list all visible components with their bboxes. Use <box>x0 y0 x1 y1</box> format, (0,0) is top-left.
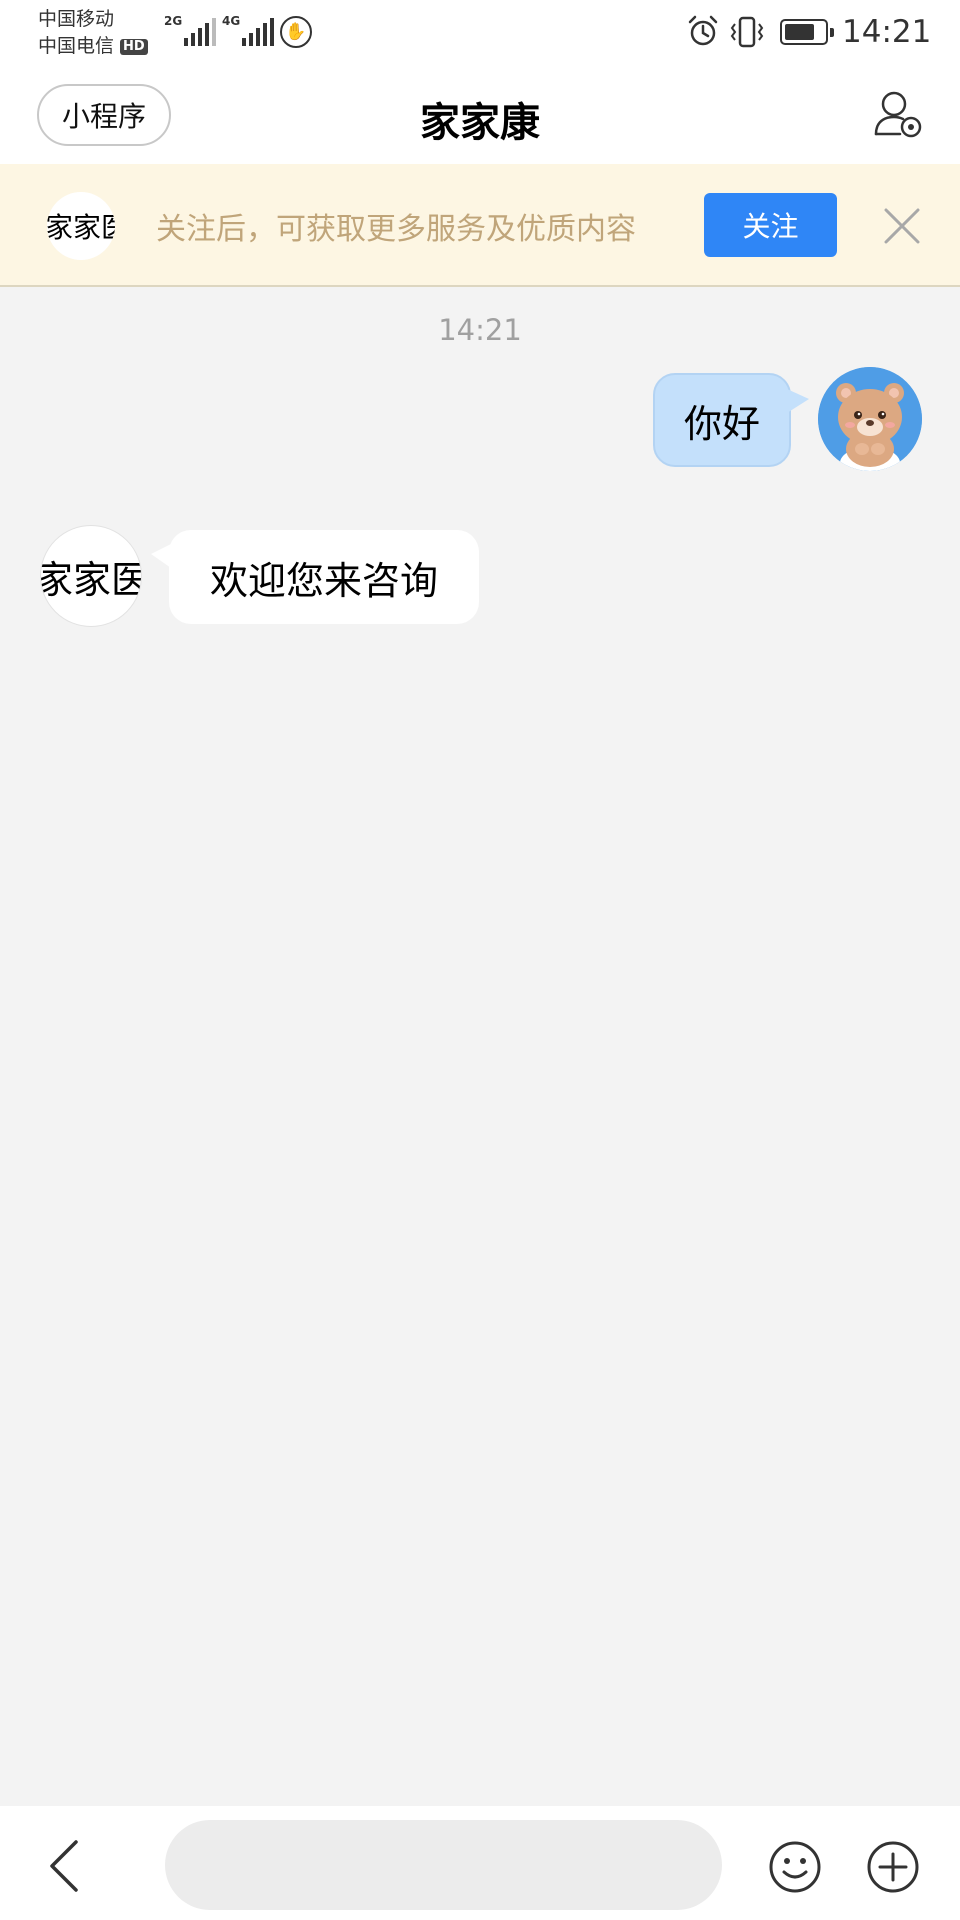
emoji-icon[interactable] <box>768 1840 822 1894</box>
bot-avatar[interactable]: 家家医 <box>40 525 142 627</box>
bear-avatar-image <box>818 367 922 471</box>
signal-bars-b <box>242 18 275 46</box>
carrier-1: 中国移动 <box>38 6 148 33</box>
back-arrow-icon[interactable] <box>40 1838 90 1894</box>
message-input[interactable] <box>165 1820 722 1910</box>
follow-prompt-text: 关注后，可获取更多服务及优质内容 <box>156 212 636 247</box>
signal-icon: 2G <box>164 14 217 46</box>
signal-bar <box>198 28 203 46</box>
signal-bar <box>256 28 261 46</box>
network-type-b: 4G <box>222 14 241 28</box>
follow-button[interactable]: 关注 <box>704 193 837 257</box>
signal-bar <box>212 18 217 46</box>
close-icon[interactable] <box>880 204 924 248</box>
profile-settings-icon[interactable] <box>870 86 926 142</box>
signal-bar <box>184 38 189 46</box>
carrier-2: 中国电信 HD <box>38 33 148 60</box>
input-bar <box>0 1806 960 1920</box>
hd-badge: HD <box>120 38 148 55</box>
carrier-name-2: 中国电信 <box>38 35 115 57</box>
battery-icon <box>780 19 834 45</box>
signal-bar <box>263 23 268 46</box>
chat-timestamp: 14:21 <box>438 313 522 347</box>
user-message-bubble[interactable]: 你好 <box>653 373 809 467</box>
bot-avatar-text: 家家医 <box>41 557 142 602</box>
status-time: 14:21 <box>842 14 932 50</box>
carrier-name-1: 中国移动 <box>38 8 115 30</box>
hand-icon: ✋ <box>280 16 312 48</box>
account-avatar-text: 家家医 <box>47 211 115 244</box>
account-avatar[interactable]: 家家医 <box>47 192 115 260</box>
bot-message-bubble[interactable]: 欢迎您来咨询 <box>151 530 479 624</box>
signal-bars-a <box>184 18 217 46</box>
bot-message-text: 欢迎您来咨询 <box>209 558 438 603</box>
network-type-a: 2G <box>164 14 183 28</box>
follow-banner: 家家医 关注后，可获取更多服务及优质内容 关注 <box>0 164 960 287</box>
alarm-icon <box>688 15 718 46</box>
signal-bar <box>249 33 254 46</box>
header: 小程序 家家康 <box>0 64 960 164</box>
vibrate-icon <box>730 16 764 48</box>
status-bar: 中国移动 中国电信 HD 2G 4G ✋ 14:21 <box>0 0 960 64</box>
signal-bar <box>270 18 275 46</box>
signal-bar <box>191 33 196 46</box>
signal-bar <box>205 23 210 46</box>
user-message-text: 你好 <box>683 401 760 446</box>
carrier-info: 中国移动 中国电信 HD <box>38 6 148 60</box>
signal-icon: 4G <box>222 14 275 46</box>
signal-bar <box>242 38 247 46</box>
mini-program-button[interactable]: 小程序 <box>37 84 171 146</box>
battery-fill <box>785 24 814 40</box>
plus-icon[interactable] <box>866 1840 920 1894</box>
bear-avatar[interactable] <box>818 367 922 471</box>
